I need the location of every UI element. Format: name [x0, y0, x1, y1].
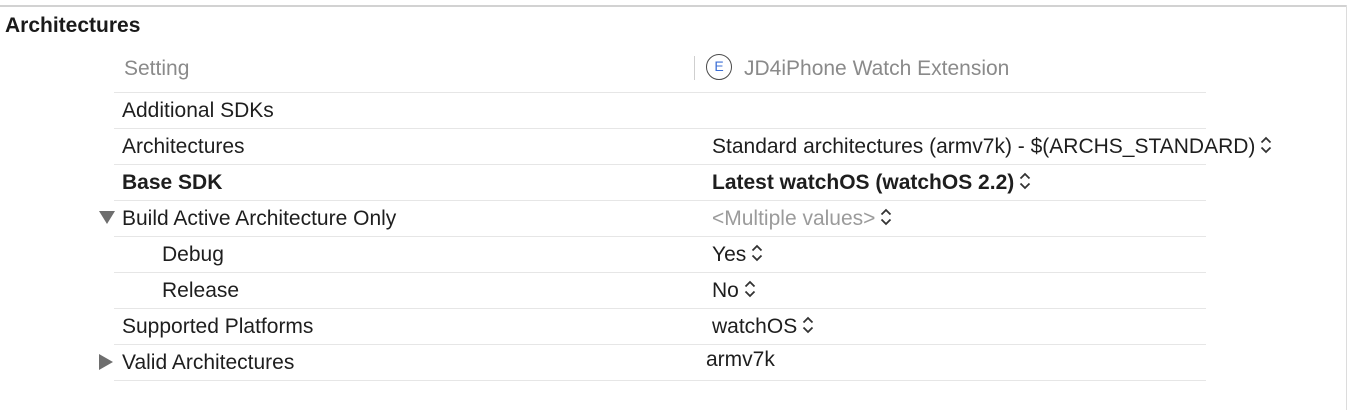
build-active-arch-popup[interactable]: <Multiple values>	[712, 207, 892, 231]
setting-name: Supported Platforms	[122, 315, 314, 338]
top-divider	[0, 5, 1346, 7]
target-column-header[interactable]: JD4iPhone Watch Extension	[744, 57, 1009, 81]
setting-name: Additional SDKs	[122, 99, 274, 122]
section-title: Architectures	[5, 14, 141, 37]
setting-row-build-active-architecture-only[interactable]: Build Active Architecture Only <Multiple…	[99, 201, 1206, 237]
setting-column-header: Setting	[124, 57, 190, 80]
setting-value: watchOS	[712, 315, 798, 338]
setting-name: Valid Architectures	[122, 351, 295, 374]
right-divider	[1346, 5, 1347, 410]
setting-row-additional-sdks[interactable]: Additional SDKs	[114, 93, 1206, 129]
architectures-popup[interactable]: Standard architectures (armv7k) - $(ARCH…	[712, 135, 1272, 159]
setting-value: Standard architectures (armv7k) - $(ARCH…	[712, 135, 1256, 158]
setting-name: Architectures	[122, 135, 245, 158]
popup-chevron-icon	[744, 279, 756, 299]
setting-row-architectures[interactable]: Architectures Standard architectures (ar…	[114, 129, 1272, 165]
setting-name: Release	[162, 279, 240, 302]
setting-row-base-sdk[interactable]: Base SDK Latest watchOS (watchOS 2.2)	[114, 165, 1206, 201]
setting-value: Yes	[712, 243, 747, 266]
table-header: Setting E JD4iPhone Watch Extension	[114, 46, 1206, 93]
popup-chevron-icon	[880, 207, 892, 227]
setting-value: No	[712, 279, 739, 302]
supported-platforms-popup[interactable]: watchOS	[712, 315, 814, 339]
popup-chevron-icon	[751, 243, 763, 263]
base-sdk-popup[interactable]: Latest watchOS (watchOS 2.2)	[712, 171, 1031, 195]
setting-name: Base SDK	[122, 171, 223, 194]
popup-chevron-icon	[802, 315, 814, 335]
setting-row-valid-architectures[interactable]: Valid Architectures armv7k	[99, 345, 1206, 381]
valid-architectures-value[interactable]: armv7k	[706, 348, 775, 372]
setting-value: <Multiple values>	[712, 207, 876, 230]
setting-row-release[interactable]: Release No	[114, 273, 1206, 309]
debug-popup[interactable]: Yes	[712, 243, 763, 267]
extension-target-icon: E	[706, 54, 732, 80]
disclosure-triangle-down-icon[interactable]	[99, 210, 115, 227]
popup-chevron-icon	[1260, 135, 1272, 155]
setting-name: Debug	[162, 243, 224, 266]
setting-row-supported-platforms[interactable]: Supported Platforms watchOS	[114, 309, 1206, 345]
disclosure-triangle-right-icon[interactable]	[99, 354, 113, 373]
setting-row-debug[interactable]: Debug Yes	[114, 237, 1206, 273]
popup-chevron-icon	[1019, 171, 1031, 191]
release-popup[interactable]: No	[712, 279, 756, 303]
column-divider	[694, 56, 695, 80]
setting-value: Latest watchOS (watchOS 2.2)	[712, 171, 1015, 194]
setting-name: Build Active Architecture Only	[122, 207, 397, 230]
